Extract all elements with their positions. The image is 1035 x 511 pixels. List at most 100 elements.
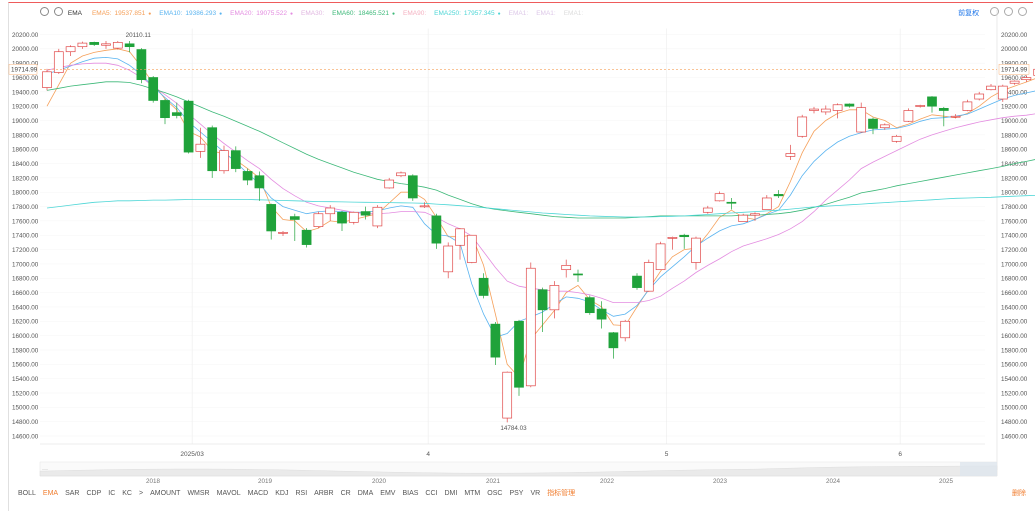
y-tick-label-left: 19400.00 xyxy=(12,89,39,96)
tab-dmi[interactable]: DMI xyxy=(444,490,457,497)
candle-body xyxy=(584,297,595,314)
candle xyxy=(986,83,996,91)
candle xyxy=(738,213,749,222)
y-tick-label-left: 19000.00 xyxy=(12,118,39,125)
y-tick-label-left: 17400.00 xyxy=(12,233,39,240)
candle-body xyxy=(773,194,784,197)
indicator-tabs: BOLL EMA SAR CDP IC KC > AMOUNT WMSR MAVOL MACD KDJ… xyxy=(18,488,582,498)
tab-ic[interactable]: IC xyxy=(108,490,115,497)
y-tick-label-left: 17600.00 xyxy=(12,218,39,225)
y-tick-label-left: 18600.00 xyxy=(12,147,39,154)
candle-body xyxy=(360,211,371,216)
candle xyxy=(407,174,418,201)
candle-body xyxy=(537,289,548,311)
candle xyxy=(820,105,831,115)
candle xyxy=(702,205,713,214)
tab-bias[interactable]: BIAS xyxy=(402,490,418,497)
chevron-right-icon[interactable]: > xyxy=(139,490,143,497)
delete-button[interactable]: 删除 xyxy=(1012,488,1026,498)
candle-body xyxy=(266,204,277,232)
tab-wmsr[interactable]: WMSR xyxy=(187,490,209,497)
y-tick-label-right: 18600.00 xyxy=(1001,147,1028,154)
candle-body xyxy=(702,207,713,213)
navigator-window xyxy=(960,462,997,476)
candle-body xyxy=(301,229,312,245)
tab-emv[interactable]: EMV xyxy=(380,490,395,497)
candle xyxy=(584,295,595,315)
candle xyxy=(466,234,477,264)
candle-body xyxy=(124,43,135,48)
candle-body xyxy=(478,277,489,296)
candle-body xyxy=(396,172,406,177)
y-tick-label-left: 20200.00 xyxy=(12,32,39,39)
candle xyxy=(443,242,454,279)
candle-body xyxy=(278,232,288,234)
tab-mavol[interactable]: MAVOL xyxy=(217,490,241,497)
candle-body xyxy=(797,116,808,137)
candle-body xyxy=(655,243,666,271)
candle-body xyxy=(915,105,926,107)
tab-sar[interactable]: SAR xyxy=(65,490,79,497)
navigator-year-label: 2021 xyxy=(486,478,501,485)
candle-body xyxy=(643,262,654,292)
y-tick-label-right: 16800.00 xyxy=(1001,276,1028,283)
y-tick-label-left: 15600.00 xyxy=(12,362,39,369)
candle-body xyxy=(950,115,961,118)
y-tick-label-right: 17400.00 xyxy=(1001,233,1028,240)
candle-body xyxy=(195,143,206,152)
tab-ema[interactable]: EMA xyxy=(43,490,58,497)
candle-body xyxy=(183,100,194,153)
tab-kc[interactable]: KC xyxy=(122,490,132,497)
candle-body xyxy=(525,267,536,387)
candle-body xyxy=(101,43,111,46)
y-tick-label-right: 18200.00 xyxy=(1001,175,1028,182)
tab-osc[interactable]: OSC xyxy=(487,490,502,497)
price-chart[interactable]: 20200.0020200.0020000.0020000.0019800.00… xyxy=(0,0,1035,511)
candle-body xyxy=(632,275,642,288)
candle-body xyxy=(254,175,265,189)
candle xyxy=(101,40,111,49)
tab-cdp[interactable]: CDP xyxy=(86,490,101,497)
candle-body xyxy=(620,320,631,339)
navigator-year-label: 2024 xyxy=(826,478,841,485)
indicator-manage-tab[interactable]: 指标管理 xyxy=(547,490,575,497)
tab-kdj[interactable]: KDJ xyxy=(275,490,288,497)
tab-dma[interactable]: DMA xyxy=(358,490,374,497)
tab-vr[interactable]: VR xyxy=(530,490,540,497)
candle-body xyxy=(962,101,973,111)
candle-body xyxy=(903,110,914,122)
candle xyxy=(643,259,654,292)
candle-body xyxy=(1009,80,1020,84)
candle-body xyxy=(785,153,796,157)
candle xyxy=(136,48,147,84)
tab-psy[interactable]: PSY xyxy=(509,490,523,497)
tab-mtm[interactable]: MTM xyxy=(464,490,480,497)
candle xyxy=(997,84,1008,102)
y-tick-label-left: 15800.00 xyxy=(12,347,39,354)
tab-rsi[interactable]: RSI xyxy=(295,490,307,497)
candle xyxy=(667,236,678,250)
ema-line-ema20 xyxy=(46,62,1035,304)
tab-arbr[interactable]: ARBR xyxy=(314,490,333,497)
candle-body xyxy=(667,237,678,239)
candle xyxy=(761,195,772,210)
candle xyxy=(148,76,159,103)
candle xyxy=(337,210,347,231)
candle-body xyxy=(490,323,501,358)
y-tick-label-right: 20000.00 xyxy=(1001,46,1028,53)
tab-cr[interactable]: CR xyxy=(341,490,351,497)
tab-boll[interactable]: BOLL xyxy=(18,490,36,497)
y-tick-label-left: 17800.00 xyxy=(12,204,39,211)
y-tick-label-right: 15000.00 xyxy=(1001,405,1028,412)
candle-body xyxy=(561,265,572,271)
candle xyxy=(750,212,760,221)
candle-body xyxy=(714,193,725,202)
candle xyxy=(42,68,52,91)
candle xyxy=(620,319,631,342)
tab-cci[interactable]: CCI xyxy=(425,490,437,497)
candle-body xyxy=(502,371,513,419)
candle xyxy=(714,191,725,202)
tab-amount[interactable]: AMOUNT xyxy=(150,490,180,497)
tab-macd[interactable]: MACD xyxy=(248,490,269,497)
candle-body xyxy=(337,211,347,224)
